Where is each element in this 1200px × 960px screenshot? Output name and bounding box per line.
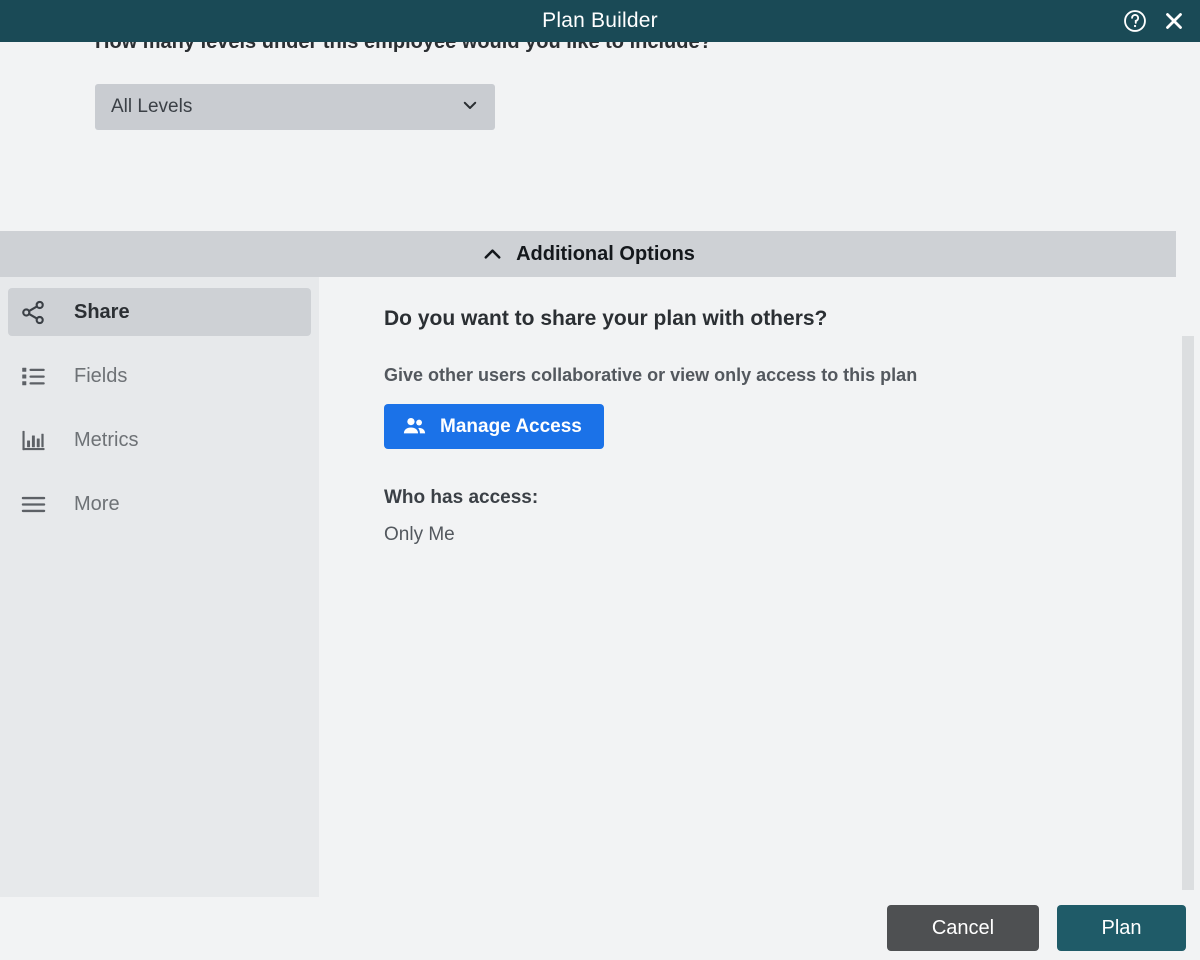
sidebar-item-label: Metrics bbox=[74, 428, 139, 451]
who-has-access-value: Only Me bbox=[384, 524, 455, 545]
share-panel-heading: Do you want to share your plan with othe… bbox=[384, 307, 828, 330]
sidebar-item-fields[interactable]: Fields bbox=[8, 352, 311, 400]
close-icon[interactable] bbox=[1162, 9, 1186, 33]
levels-select[interactable]: All Levels bbox=[95, 84, 495, 130]
additional-options-label: Additional Options bbox=[516, 242, 695, 265]
list-icon bbox=[20, 363, 52, 390]
window-title: Plan Builder bbox=[542, 9, 658, 32]
vertical-scrollbar[interactable] bbox=[1182, 336, 1194, 890]
manage-access-button-label: Manage Access bbox=[440, 415, 582, 437]
share-panel: Do you want to share your plan with othe… bbox=[319, 277, 1200, 897]
share-panel-subheading: Give other users collaborative or view o… bbox=[384, 365, 918, 385]
manage-access-button[interactable]: Manage Access bbox=[384, 404, 604, 449]
who-has-access-label: Who has access: bbox=[384, 487, 539, 508]
options-sidebar: Share Fields Metrics More bbox=[0, 277, 319, 897]
sidebar-item-metrics[interactable]: Metrics bbox=[8, 416, 311, 464]
sidebar-item-label: More bbox=[74, 492, 120, 515]
users-icon bbox=[402, 414, 427, 439]
titlebar-actions bbox=[1122, 0, 1186, 42]
window-titlebar: Plan Builder bbox=[0, 0, 1200, 42]
chevron-down-icon bbox=[461, 96, 479, 119]
dialog-footer: Cancel Plan bbox=[0, 897, 1200, 960]
levels-section: How many levels under this employee woul… bbox=[0, 42, 1200, 231]
additional-options-toggle[interactable]: Additional Options bbox=[0, 231, 1176, 277]
sidebar-item-share[interactable]: Share bbox=[8, 288, 311, 336]
hamburger-icon bbox=[20, 491, 52, 518]
sidebar-item-label: Fields bbox=[74, 364, 128, 387]
plan-button[interactable]: Plan bbox=[1057, 905, 1186, 951]
bar-chart-icon bbox=[20, 427, 52, 454]
share-nodes-icon bbox=[20, 299, 52, 326]
levels-question-label: How many levels under this employee woul… bbox=[95, 42, 712, 53]
levels-select-value: All Levels bbox=[111, 96, 193, 117]
chevron-up-icon bbox=[481, 243, 504, 266]
sidebar-item-more[interactable]: More bbox=[8, 480, 311, 528]
cancel-button[interactable]: Cancel bbox=[887, 905, 1039, 951]
sidebar-item-label: Share bbox=[74, 300, 130, 323]
help-icon[interactable] bbox=[1122, 8, 1148, 34]
